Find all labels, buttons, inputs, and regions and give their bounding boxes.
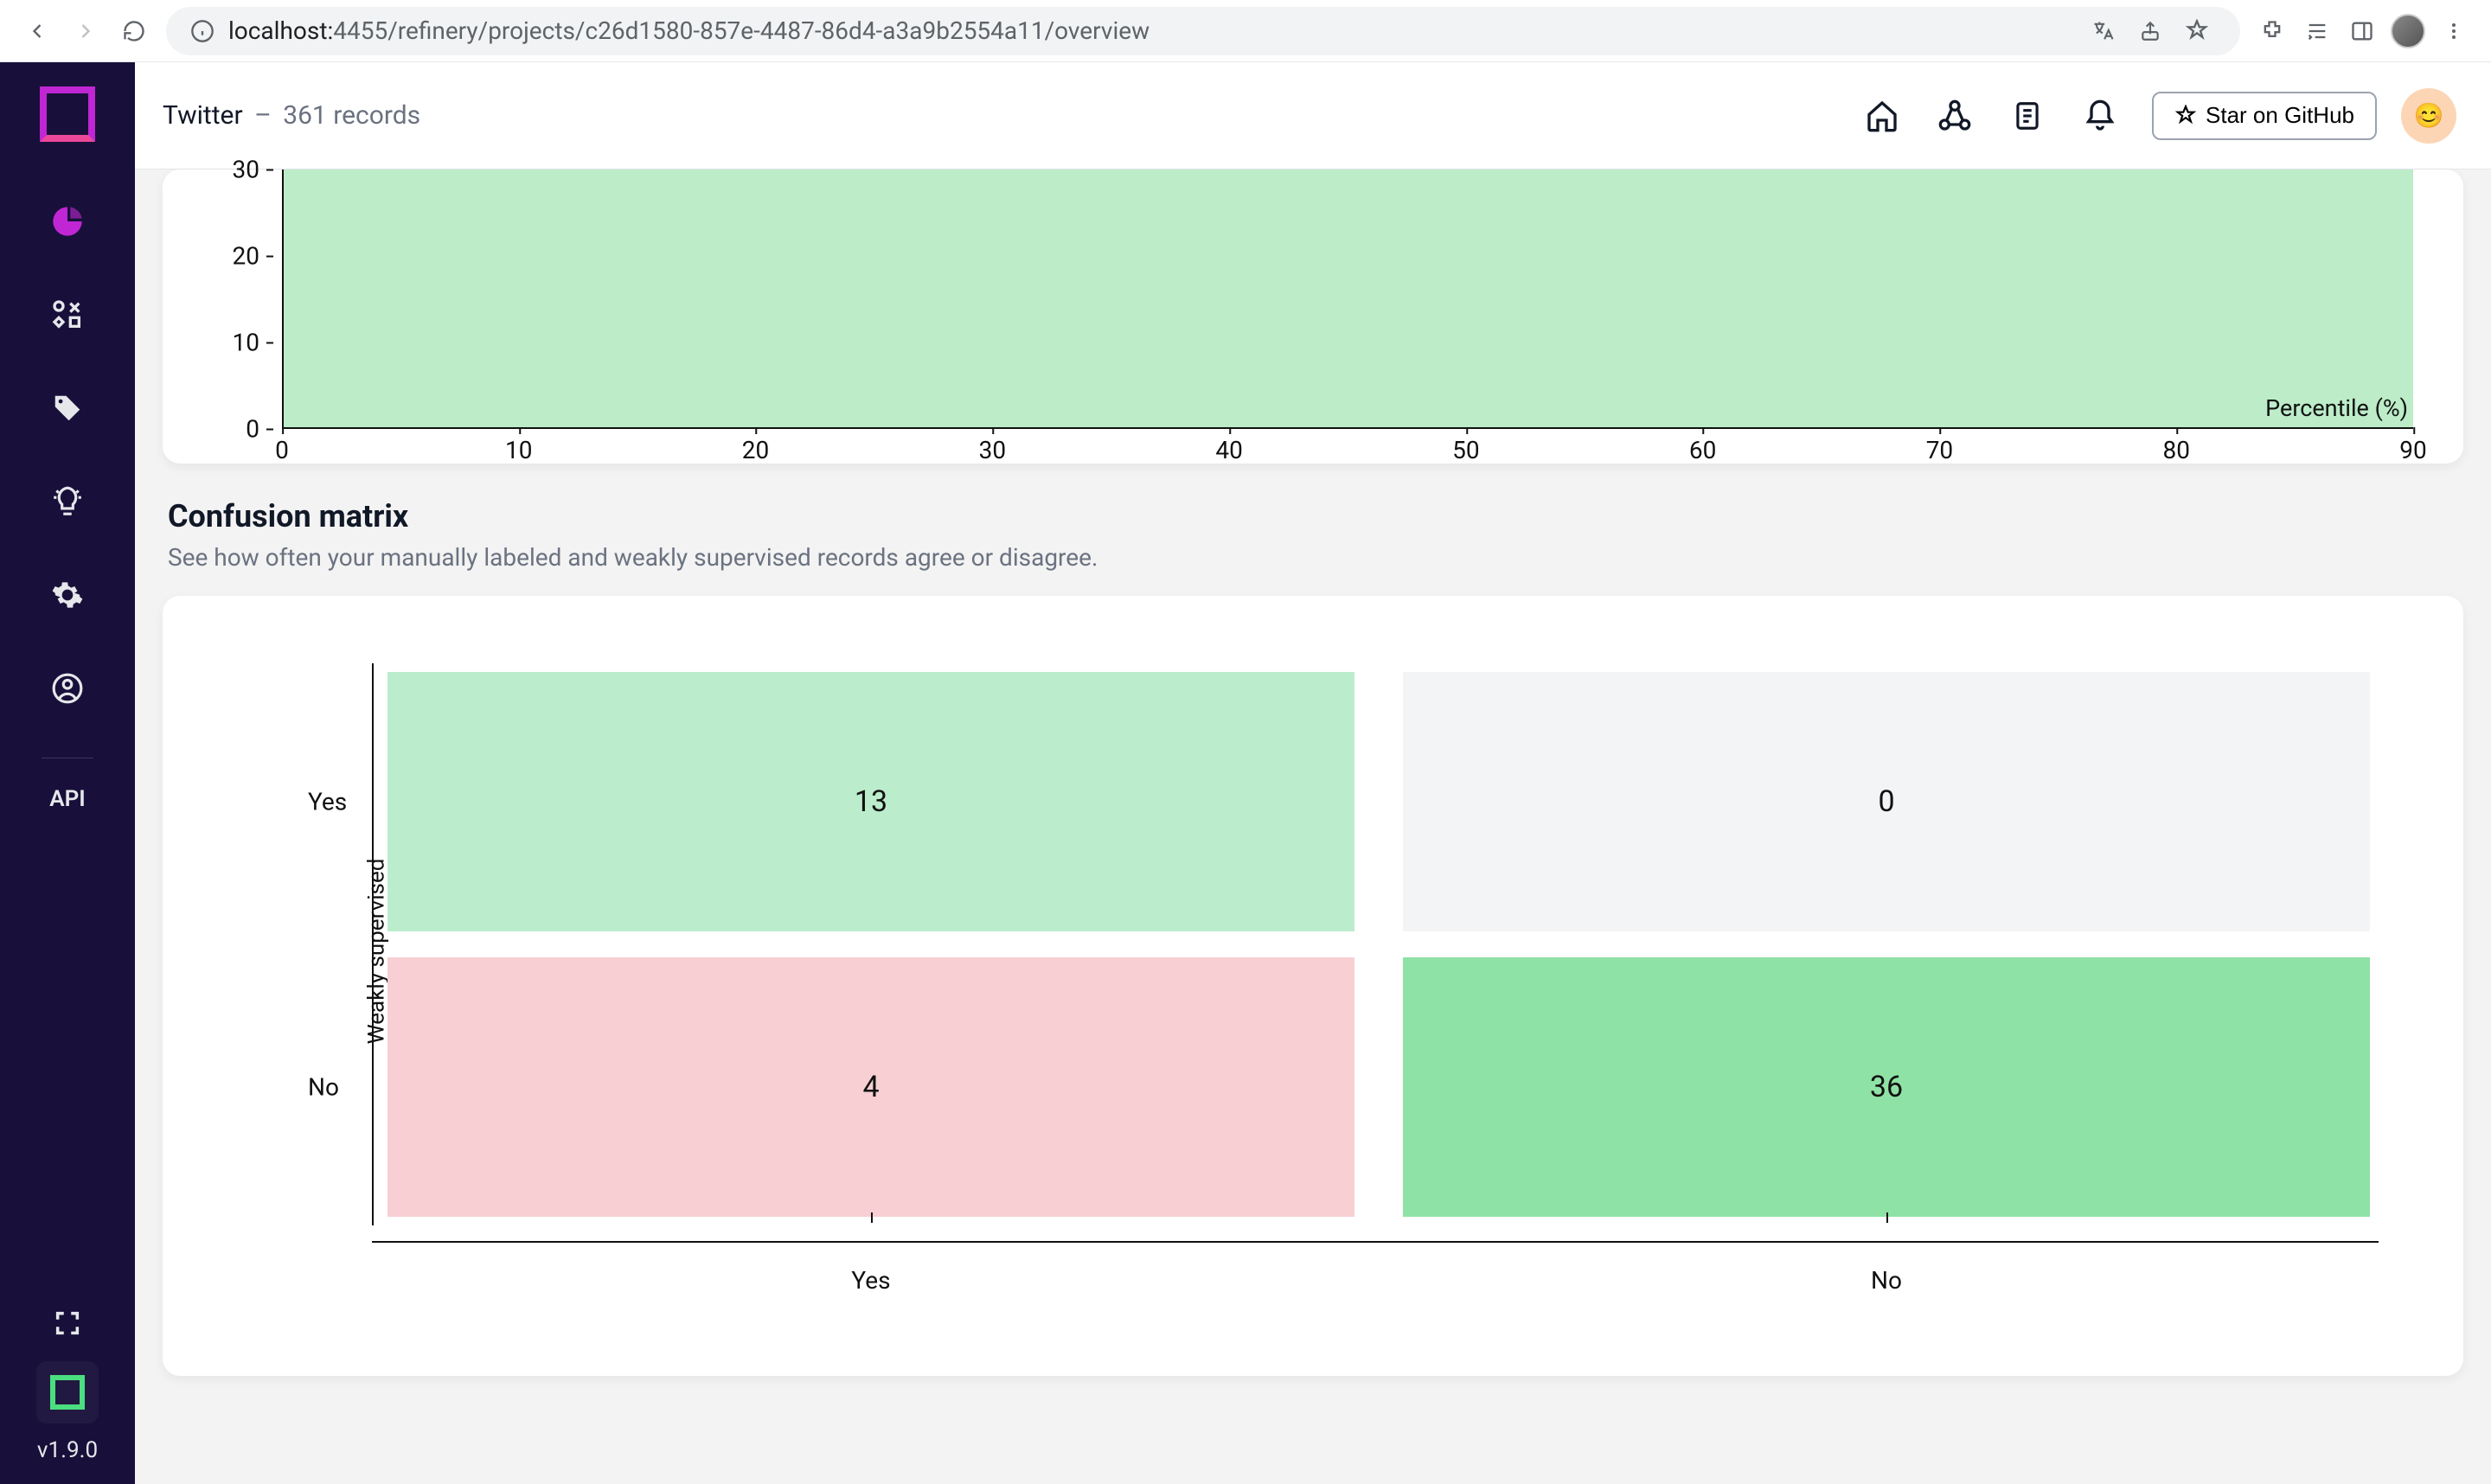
y-tick: 30 xyxy=(233,156,273,184)
main-content: Twitter – 361 records Star on GitHub 😊 xyxy=(135,62,2491,1484)
forward-icon[interactable] xyxy=(69,15,102,48)
cm-row-label-yes: Yes xyxy=(308,788,347,816)
cm-col-label-no: No xyxy=(1403,1266,2370,1295)
bookmark-star-icon[interactable] xyxy=(2178,15,2216,48)
fullscreen-icon[interactable] xyxy=(36,1292,99,1354)
docs-icon[interactable] xyxy=(2003,92,2052,140)
secondary-logo-icon[interactable] xyxy=(36,1361,99,1423)
record-count: 361 records xyxy=(283,100,420,131)
y-tick: 0 xyxy=(246,415,273,444)
sidebar-item-settings[interactable] xyxy=(36,564,99,626)
section-subtitle: See how often your manually labeled and … xyxy=(168,543,2463,572)
breadcrumb: Twitter – 361 records xyxy=(163,100,420,131)
sidebar-item-admin[interactable] xyxy=(36,657,99,720)
y-tick: 10 xyxy=(233,329,273,357)
sidebar-item-labeling[interactable] xyxy=(36,377,99,439)
cm-cell-fp: 4 xyxy=(387,957,1354,1217)
app-sidebar: API v1.9.0 xyxy=(0,62,135,1484)
project-name: Twitter xyxy=(163,100,243,131)
x-tick: 70 xyxy=(1926,436,1953,464)
notifications-icon[interactable] xyxy=(2076,92,2124,140)
sidebar-item-api[interactable]: API xyxy=(49,786,86,812)
x-tick: 90 xyxy=(2399,436,2426,464)
percentile-chart: Percentile (%) 0102030 01020304050607080… xyxy=(282,170,2413,429)
confusion-matrix-grid: Yes No 13 0 4 36 Yes No xyxy=(387,672,2370,1217)
cm-y-axis-label: Weakly supervised xyxy=(363,859,389,1045)
model-icon[interactable] xyxy=(1931,92,1979,140)
sidebar-item-data[interactable] xyxy=(36,284,99,346)
version-label: v1.9.0 xyxy=(37,1437,98,1463)
reading-list-icon[interactable] xyxy=(2301,15,2334,48)
confusion-matrix-card: Weakly supervised Manually labeled Yes N… xyxy=(163,596,2463,1376)
translate-icon[interactable] xyxy=(2084,15,2123,48)
star-github-button[interactable]: Star on GitHub xyxy=(2152,92,2377,140)
x-tick: 60 xyxy=(1689,436,1716,464)
cm-y-axis-line xyxy=(372,663,374,1225)
x-tick: 40 xyxy=(1215,436,1242,464)
breadcrumb-dash: – xyxy=(254,100,272,131)
url-bar[interactable]: localhost:4455/refinery/projects/c26d158… xyxy=(166,7,2240,55)
star-icon xyxy=(2174,105,2197,127)
app-header: Twitter – 361 records Star on GitHub 😊 xyxy=(135,62,2491,170)
browser-toolbar: localhost:4455/refinery/projects/c26d158… xyxy=(0,0,2491,62)
x-tick: 0 xyxy=(275,436,289,464)
info-icon xyxy=(190,19,215,43)
section-title: Confusion matrix xyxy=(168,498,2463,534)
x-tick: 50 xyxy=(1452,436,1479,464)
profile-avatar-icon[interactable] xyxy=(2391,14,2425,48)
x-tick: 80 xyxy=(2162,436,2189,464)
share-icon[interactable] xyxy=(2131,15,2169,48)
user-avatar[interactable]: 😊 xyxy=(2401,88,2456,144)
cm-x-axis-line xyxy=(372,1241,2379,1243)
kebab-menu-icon[interactable] xyxy=(2437,15,2470,48)
sidebar-item-overview[interactable] xyxy=(36,190,99,253)
cm-col-label-yes: Yes xyxy=(387,1266,1354,1295)
cm-cell-tn: 36 xyxy=(1403,957,2370,1217)
x-tick: 10 xyxy=(505,436,532,464)
percentile-chart-card: Percentile (%) 0102030 01020304050607080… xyxy=(163,170,2463,464)
extensions-icon[interactable] xyxy=(2256,15,2289,48)
url-text: localhost:4455/refinery/projects/c26d158… xyxy=(228,16,1149,45)
cm-cell-tp: 13 xyxy=(387,672,1354,931)
cm-row-label-no: No xyxy=(308,1073,339,1102)
app-logo-icon[interactable] xyxy=(40,86,95,142)
x-axis-label: Percentile (%) xyxy=(2265,394,2408,422)
side-panel-icon[interactable] xyxy=(2346,15,2379,48)
y-tick: 20 xyxy=(233,242,273,271)
reload-icon[interactable] xyxy=(118,15,150,48)
star-github-label: Star on GitHub xyxy=(2206,102,2354,129)
back-icon[interactable] xyxy=(21,15,54,48)
sidebar-item-heuristics[interactable] xyxy=(36,470,99,533)
home-icon[interactable] xyxy=(1858,92,1906,140)
cm-cell-fn: 0 xyxy=(1403,672,2370,931)
x-tick: 20 xyxy=(742,436,769,464)
x-tick: 30 xyxy=(979,436,1006,464)
